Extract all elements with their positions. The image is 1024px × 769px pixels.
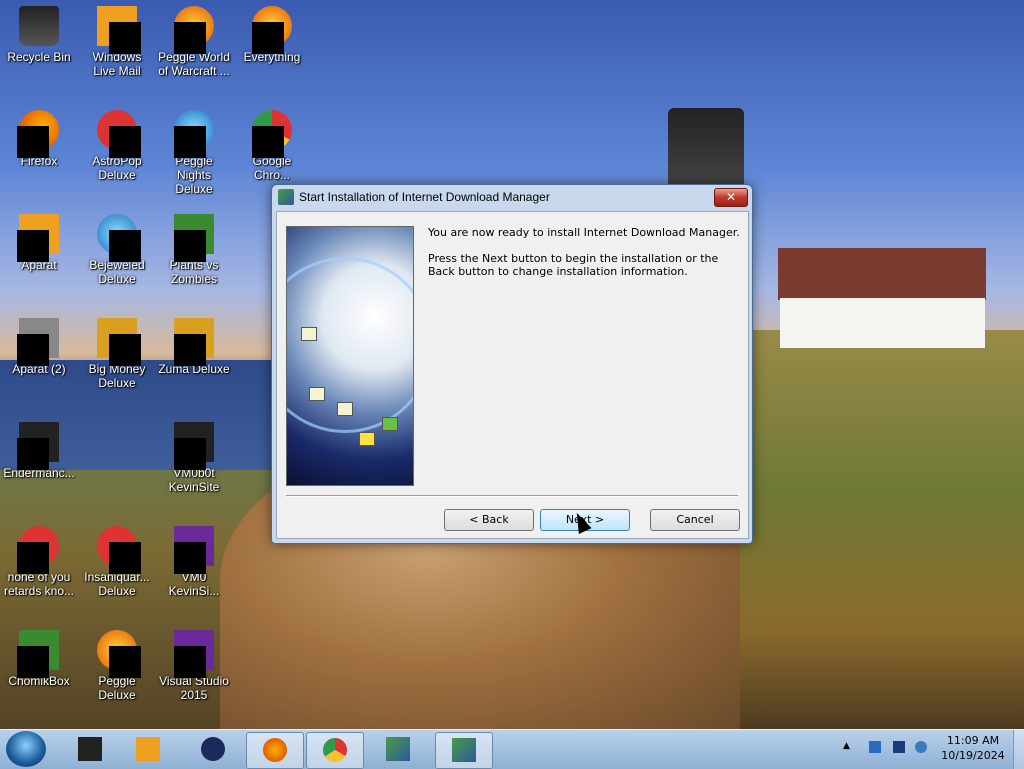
wallpaper-house <box>780 298 985 348</box>
app-icon <box>78 737 102 761</box>
app-icon <box>17 214 59 262</box>
mail-icon <box>97 6 141 54</box>
tray-expand-icon[interactable]: ▲ <box>843 741 850 753</box>
search-icon <box>252 6 292 54</box>
firefox-icon <box>17 110 59 158</box>
taskbar: ▲ 11:09 AM 10/19/2024 <box>0 729 1024 769</box>
game-icon <box>174 214 214 262</box>
game-icon <box>97 630 141 678</box>
taskbar-item-browser[interactable] <box>185 732 241 767</box>
app-icon <box>17 630 59 678</box>
desktop-icon-vm0-kevinsite[interactable]: VM0 KevinSi... <box>157 526 231 598</box>
ready-message: You are now ready to install Internet Do… <box>428 226 740 239</box>
desktop-icon-aparat-2[interactable]: Aparat (2) <box>2 318 76 376</box>
volume-icon[interactable] <box>915 741 927 753</box>
desktop-icon-astropop[interactable]: AstroPop Deluxe <box>80 110 154 182</box>
desktop-icon-peggle-wow[interactable]: Peggle World of Warcraft ... <box>157 6 231 78</box>
firefox-icon <box>263 738 287 762</box>
desktop-icon-zuma[interactable]: Zuma Deluxe <box>157 318 231 376</box>
setup-banner-image <box>286 226 414 486</box>
installer-dialog: Start Installation of Internet Download … <box>271 184 753 544</box>
instruction-message: Press the Next button to begin the insta… <box>428 252 719 278</box>
clock-date: 10/19/2024 <box>941 749 1005 762</box>
dialog-title: Start Installation of Internet Download … <box>299 190 550 204</box>
desktop-icon-windows-live-mail[interactable]: Windows Live Mail <box>80 6 154 78</box>
desktop-icon-none-of-you[interactable]: none of you retards kno... <box>2 526 76 598</box>
dialog-titlebar[interactable]: Start Installation of Internet Download … <box>272 185 752 209</box>
game-icon <box>174 110 214 158</box>
taskbar-item-chrome[interactable] <box>306 732 364 769</box>
show-desktop-button[interactable] <box>1013 730 1024 769</box>
clock[interactable]: 11:09 AM 10/19/2024 <box>930 733 1016 763</box>
button-divider <box>286 495 738 497</box>
game-icon <box>174 318 214 366</box>
media-player-icon <box>136 737 160 761</box>
desktop-icon-insaniquarium[interactable]: Insaniquar... Deluxe <box>80 526 154 598</box>
taskbar-item-installer-2[interactable] <box>435 732 493 769</box>
desktop-icon-google-chrome[interactable]: Google Chro... <box>235 110 309 182</box>
desktop-icon-everything[interactable]: Everything <box>235 6 309 64</box>
recycle-bin-icon <box>19 6 59 46</box>
dialog-body: You are now ready to install Internet Do… <box>276 211 749 539</box>
folder-icon <box>174 526 214 574</box>
game-icon <box>97 214 141 262</box>
desktop-icon-peggle-nights[interactable]: Peggle Nights Deluxe <box>157 110 231 196</box>
wallpaper-roof <box>778 248 986 300</box>
taskbar-item-app[interactable] <box>62 732 118 767</box>
taskbar-item-firefox[interactable] <box>246 732 304 769</box>
desktop-icon-chomikbox[interactable]: ChomikBox <box>2 630 76 688</box>
game-icon <box>97 110 141 158</box>
installer-icon <box>452 738 476 762</box>
installer-icon <box>278 189 294 205</box>
globe-icon <box>201 737 225 761</box>
app-icon <box>17 318 59 366</box>
installer-icon <box>386 737 410 761</box>
desktop-icon-aparat[interactable]: Aparat <box>2 214 76 272</box>
network-icon[interactable] <box>869 741 881 753</box>
taskbar-item-installer-1[interactable] <box>370 732 426 767</box>
start-button[interactable] <box>6 731 46 767</box>
back-button[interactable]: < Back <box>444 509 534 531</box>
desktop-icon-bejeweled[interactable]: Bejeweled Deluxe <box>80 214 154 286</box>
desktop-icon-vm0b0t-kevinsite[interactable]: VM0b0t KevinSite <box>157 422 231 494</box>
chrome-icon <box>323 738 347 762</box>
wallpaper-lighthouse <box>668 108 744 188</box>
desktop-icon-firefox[interactable]: Firefox <box>2 110 76 168</box>
desktop-icon-peggle-deluxe[interactable]: Peggle Deluxe <box>80 630 154 702</box>
game-icon <box>174 6 214 54</box>
desktop-icon-endermanch[interactable]: Endermanc... <box>2 422 76 480</box>
app-icon <box>17 526 59 574</box>
cancel-button[interactable]: Cancel <box>650 509 740 531</box>
visual-studio-icon <box>174 630 214 678</box>
close-button[interactable]: ✕ <box>714 188 748 207</box>
taskbar-item-media-player[interactable] <box>120 732 176 767</box>
game-icon <box>97 526 141 574</box>
display-icon[interactable] <box>893 741 905 753</box>
desktop-icon-recycle-bin[interactable]: Recycle Bin <box>2 6 76 64</box>
folder-icon <box>174 422 214 470</box>
desktop-icon-visual-studio-2015[interactable]: Visual Studio 2015 <box>157 630 231 702</box>
desktop-icon-big-money[interactable]: Big Money Deluxe <box>80 318 154 390</box>
game-icon <box>97 318 141 366</box>
system-tray: ▲ <box>843 736 927 762</box>
clock-time: 11:09 AM <box>946 734 1000 747</box>
app-icon <box>17 422 59 470</box>
chrome-icon <box>252 110 292 158</box>
desktop-icon-plants-vs-zombies[interactable]: Plants vs Zombies <box>157 214 231 286</box>
